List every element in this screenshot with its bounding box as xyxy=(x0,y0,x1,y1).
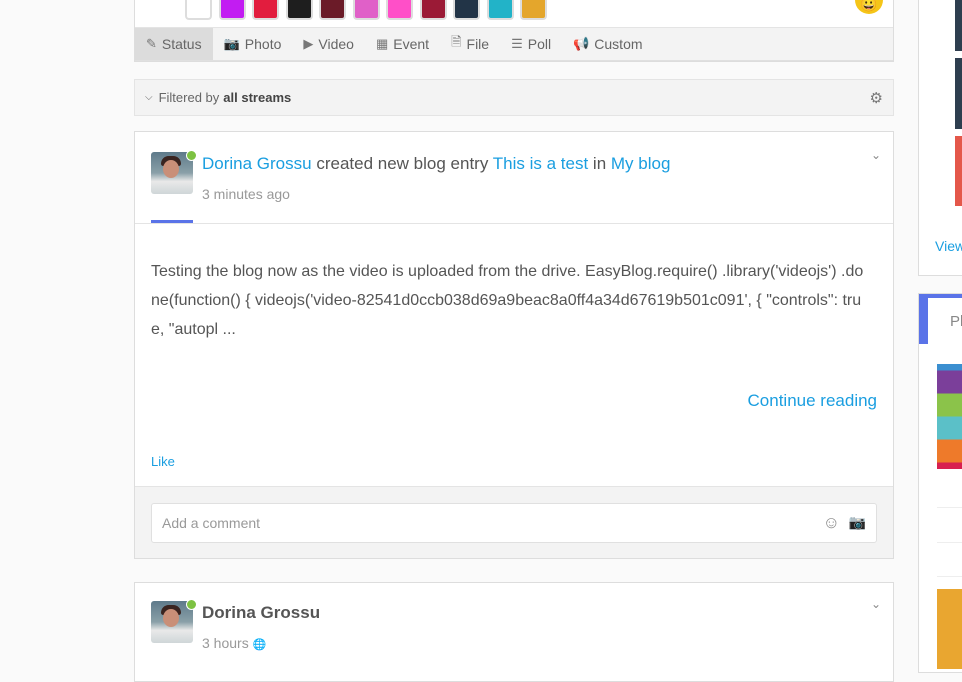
tab-label: Photo xyxy=(244,36,282,52)
gear-icon[interactable]: ⚙ xyxy=(870,89,883,107)
sidebar-widget: View xyxy=(918,0,962,276)
stream-item: Dorina Grossu created new blog entry Thi… xyxy=(134,131,894,559)
swatch[interactable] xyxy=(319,0,346,20)
filter-label: Filtered by xyxy=(158,90,220,105)
swatch[interactable] xyxy=(252,0,279,20)
comment-section: Add a comment ☺ 📷 xyxy=(135,486,893,558)
online-indicator xyxy=(186,599,197,610)
smiley-icon[interactable]: ☺ xyxy=(823,513,840,533)
view-all-link[interactable]: View xyxy=(935,238,962,254)
comment-input[interactable]: Add a comment ☺ 📷 xyxy=(151,503,877,543)
thumbnail[interactable] xyxy=(955,0,962,51)
globe-icon: 🌐 xyxy=(252,639,267,651)
camera-icon[interactable]: 📷 xyxy=(849,514,866,531)
sidebar-panel: Pl xyxy=(918,293,962,673)
online-indicator xyxy=(186,150,197,161)
swatch[interactable] xyxy=(285,0,313,20)
tab-file[interactable]: 🗎 File xyxy=(440,28,500,60)
megaphone-icon: 📢 xyxy=(573,36,590,51)
composer-tabs: ✎ Status 📷 Photo ▶ Video ▦ Event 🗎 File ☰ Poll 📢 Cust… xyxy=(135,27,893,61)
swatch[interactable] xyxy=(218,0,246,20)
tab-video[interactable]: ▶ Video xyxy=(292,28,365,60)
blog-entry-link[interactable]: This is a test xyxy=(493,154,588,173)
divider xyxy=(937,576,962,577)
tab-label: Video xyxy=(318,36,354,52)
status-composer: 😀 ✎ Status 📷 Photo ▶ Video ▦ Event 🗎 File ☰ Poll 📢 Cu… xyxy=(134,0,894,62)
panel-accent-top xyxy=(919,294,962,298)
timestamp: 3 hours 🌐 xyxy=(202,635,267,651)
post-headline: Dorina Grossu created new blog entry Thi… xyxy=(202,154,670,174)
thumbnail[interactable] xyxy=(937,364,962,469)
tab-label: Event xyxy=(393,36,430,52)
avatar[interactable] xyxy=(151,150,197,194)
chevron-down-icon: ⌵ xyxy=(145,92,153,103)
thumbnail[interactable] xyxy=(955,136,962,206)
avatar[interactable] xyxy=(151,599,197,643)
tab-poll[interactable]: ☰ Poll xyxy=(500,28,562,60)
divider xyxy=(135,223,893,224)
filter-value[interactable]: all streams xyxy=(223,90,291,105)
tab-photo[interactable]: 📷 Photo xyxy=(213,28,293,60)
thumbnail[interactable] xyxy=(955,58,962,129)
action-text: created new blog entry xyxy=(316,154,489,173)
list-icon: ☰ xyxy=(511,36,523,51)
chevron-down-icon[interactable]: ⌄ xyxy=(871,148,881,162)
author-link[interactable]: Dorina Grossu xyxy=(202,154,312,173)
swatch[interactable] xyxy=(419,0,447,20)
swatch[interactable] xyxy=(352,0,380,20)
comment-placeholder: Add a comment xyxy=(162,515,261,531)
blog-link[interactable]: My blog xyxy=(611,154,671,173)
tab-label: Custom xyxy=(594,36,643,52)
stream-filter[interactable]: ⌵ Filtered by all streams ⚙ xyxy=(134,79,894,116)
swatch[interactable] xyxy=(386,0,413,20)
thumbnail[interactable] xyxy=(937,589,962,669)
stream-item: Dorina Grossu 3 hours 🌐 ⌄ xyxy=(134,582,894,682)
swatch[interactable] xyxy=(520,0,547,20)
panel-accent xyxy=(919,294,928,344)
tab-custom[interactable]: 📢 Custom xyxy=(562,28,653,60)
video-icon: ▶ xyxy=(303,36,314,51)
post-body: Testing the blog now as the video is upl… xyxy=(151,263,864,338)
tab-event[interactable]: ▦ Event xyxy=(365,28,440,60)
panel-title: Pl xyxy=(950,313,962,330)
swatch[interactable] xyxy=(185,0,212,20)
swatch[interactable] xyxy=(486,0,514,20)
tab-label: Poll xyxy=(527,36,552,52)
camera-icon: 📷 xyxy=(223,36,240,51)
in-text: in xyxy=(592,154,607,173)
divider xyxy=(937,507,962,508)
tab-status[interactable]: ✎ Status xyxy=(135,28,213,60)
divider xyxy=(937,542,962,543)
calendar-icon: ▦ xyxy=(375,36,389,51)
swatch[interactable] xyxy=(453,0,480,20)
file-icon: 🗎 xyxy=(451,34,462,49)
tab-label: Status xyxy=(161,36,202,52)
emoji-icon[interactable]: 😀 xyxy=(855,0,883,14)
pencil-icon: ✎ xyxy=(146,36,157,51)
timestamp: 3 minutes ago xyxy=(202,186,290,202)
tab-label: File xyxy=(466,36,490,52)
continue-reading-link[interactable]: Continue reading xyxy=(748,391,877,411)
like-button[interactable]: Like xyxy=(151,454,175,469)
chevron-down-icon[interactable]: ⌄ xyxy=(871,597,881,611)
author-link[interactable]: Dorina Grossu xyxy=(202,603,320,623)
